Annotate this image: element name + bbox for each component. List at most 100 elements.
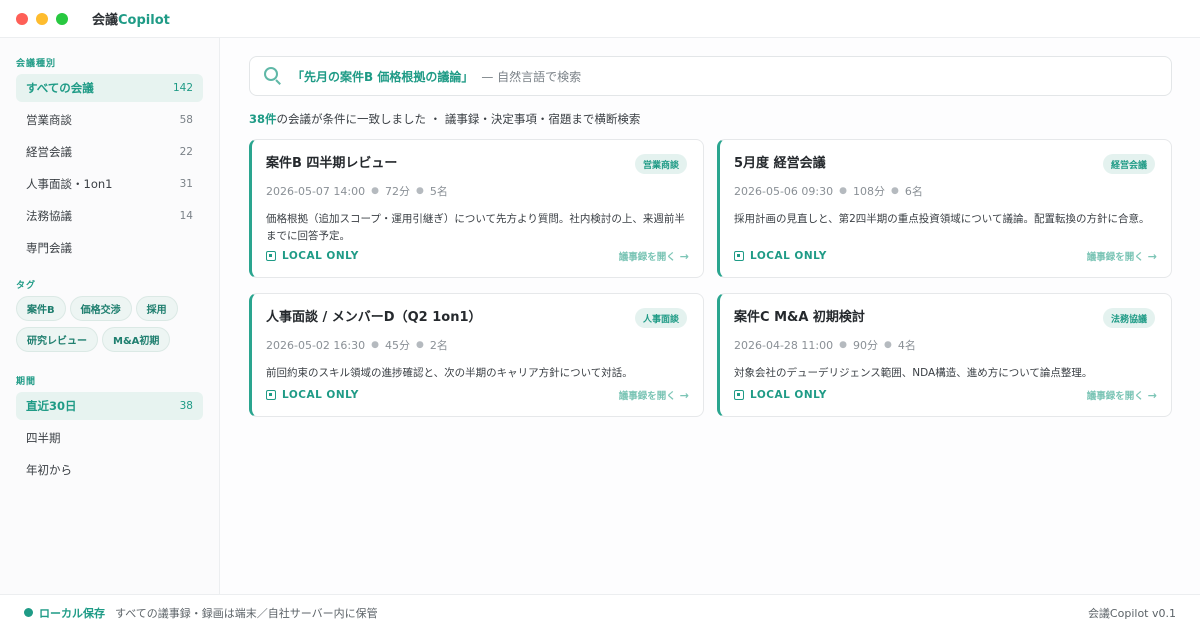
storage-note: すべての議事録・録画は端末／自社サーバー内に保管 — [115, 606, 378, 620]
meeting-datetime: 2026-05-06 09:30 — [734, 184, 834, 198]
section-title-types: 会議種別 — [16, 59, 57, 69]
app-title-accent: Copilot — [118, 13, 170, 28]
sidebar-item-count: 58 — [179, 114, 193, 126]
meeting-type-badge: 法務協議 — [1102, 308, 1155, 328]
sidebar-item-label: 直近30日 — [26, 399, 77, 413]
meeting-card[interactable]: 案件B 四半期レビュー 営業商談 2026-05-07 14:00 ● 72分 … — [249, 139, 704, 278]
tag-chip[interactable]: 価格交渉 — [69, 296, 132, 321]
meeting-datetime: 2026-05-02 16:30 — [266, 338, 366, 352]
title-bar: 会議Copilot — [0, 0, 1200, 38]
tag-list: 案件B 価格交渉 採用 研究レビュー M&A初期 — [16, 296, 203, 352]
sidebar-item-specialist[interactable]: 専門会議 — [16, 234, 203, 262]
meeting-card[interactable]: 人事面談 / メンバーD（Q2 1on1） 人事面談 2026-05-02 16… — [249, 293, 704, 417]
main-content: 「先月の案件B 価格根拠の議論」 — 自然言語で検索 38件の会議が条件に一致し… — [221, 38, 1200, 594]
section-title-tags: タグ — [16, 281, 37, 291]
local-only-icon — [266, 390, 276, 400]
search-icon — [264, 67, 282, 85]
period-list: 直近30日 38 四半期 年初から — [16, 392, 203, 484]
meeting-card[interactable]: 5月度 経営会議 経営会議 2026-05-06 09:30 ● 108分 ● … — [717, 139, 1172, 278]
meeting-title: 案件B 四半期レビュー — [266, 156, 398, 171]
local-only-icon — [734, 390, 744, 400]
meeting-type-badge: 経営会議 — [1102, 154, 1155, 174]
meeting-duration: 108分 — [852, 185, 885, 198]
meeting-title: 5月度 経営会議 — [734, 156, 826, 171]
meeting-attendees: 4名 — [897, 339, 916, 352]
status-bar: ローカル保存 すべての議事録・録画は端末／自社サーバー内に保管 会議Copilo… — [0, 594, 1200, 630]
local-only-label: LOCAL ONLY — [266, 389, 359, 401]
meeting-attendees: 5名 — [429, 185, 448, 198]
meeting-attendees: 2名 — [429, 339, 448, 352]
sidebar-item-label: 法務協議 — [26, 209, 72, 223]
meeting-datetime: 2026-05-07 14:00 — [266, 184, 366, 198]
meeting-type-list: すべての会議 142 営業商談 58 経営会議 22 人事面談・1on1 31 … — [16, 74, 203, 262]
meeting-summary: 価格根拠（追加スコープ・運用引継ぎ）について先方より質問。社内検討の上、来週前半… — [266, 213, 685, 242]
meeting-duration: 72分 — [384, 185, 410, 198]
sidebar-item-count: 142 — [172, 82, 193, 94]
meeting-type-badge: 営業商談 — [634, 154, 687, 174]
sidebar-item-label: 専門会議 — [26, 241, 72, 255]
meeting-summary: 前回約束のスキル領域の進捗確認と、次の半期のキャリア方針について対話。 — [266, 367, 633, 379]
status-dot-icon — [24, 608, 33, 617]
tag-chip[interactable]: M&A初期 — [102, 327, 171, 352]
sidebar-item-sales[interactable]: 営業商談 58 — [16, 106, 203, 134]
meeting-datetime: 2026-04-28 11:00 — [734, 338, 834, 352]
sidebar-item-count: 22 — [179, 146, 193, 158]
minimize-window-button[interactable] — [36, 12, 48, 25]
search-hint: — 自然言語で検索 — [481, 69, 582, 84]
results-text: の会議が条件に一致しました ・ 議事録・決定事項・宿題まで横断検索 — [276, 112, 641, 126]
meeting-summary: 採用計画の見直しと、第2四半期の重点投資領域について議論。配置転換の方針に合意。 — [734, 213, 1150, 225]
sidebar-item-label: 経営会議 — [26, 145, 72, 159]
app-version: 会議Copilot v0.1 — [1087, 606, 1176, 620]
open-minutes-link[interactable]: 議事録を開く → — [1087, 388, 1157, 403]
arrow-right-icon: → — [1147, 388, 1157, 402]
local-only-icon — [266, 251, 276, 261]
app-title: 会議Copilot — [92, 9, 170, 28]
arrow-right-icon: → — [679, 388, 689, 402]
open-minutes-link[interactable]: 議事録を開く → — [1087, 249, 1157, 264]
sidebar-item-quarter[interactable]: 四半期 — [16, 424, 203, 452]
meeting-summary: 対象会社のデューデリジェンス範囲、NDA構造、進め方について論点整理。 — [734, 367, 1093, 379]
meeting-meta: 2026-05-07 14:00 ● 72分 ● 5名 — [266, 184, 448, 199]
tag-chip[interactable]: 研究レビュー — [16, 327, 98, 352]
sidebar-item-year-to-date[interactable]: 年初から — [16, 456, 203, 484]
meeting-title: 案件C M&A 初期検討 — [734, 310, 865, 325]
meeting-title: 人事面談 / メンバーD（Q2 1on1） — [266, 310, 482, 325]
search-input[interactable]: 「先月の案件B 価格根拠の議論」 — 自然言語で検索 — [249, 56, 1172, 96]
meeting-meta: 2026-05-06 09:30 ● 108分 ● 6名 — [734, 184, 923, 199]
sidebar: 会議種別 すべての会議 142 営業商談 58 経営会議 22 人事面談・1on… — [0, 38, 220, 594]
sidebar-item-label: 営業商談 — [26, 113, 72, 127]
open-minutes-link[interactable]: 議事録を開く → — [619, 249, 689, 264]
sidebar-item-label: 人事面談・1on1 — [26, 177, 113, 191]
meeting-type-badge: 人事面談 — [634, 308, 687, 328]
maximize-window-button[interactable] — [56, 12, 68, 25]
tag-chip[interactable]: 案件B — [16, 296, 66, 321]
sidebar-item-management[interactable]: 経営会議 22 — [16, 138, 203, 166]
meeting-card[interactable]: 案件C M&A 初期検討 法務協議 2026-04-28 11:00 ● 90分… — [717, 293, 1172, 417]
results-summary: 38件の会議が条件に一致しました ・ 議事録・決定事項・宿題まで横断検索 — [249, 111, 640, 127]
local-only-icon — [734, 251, 744, 261]
sidebar-item-count: 14 — [179, 210, 193, 222]
open-minutes-link[interactable]: 議事録を開く → — [619, 388, 689, 403]
sidebar-item-count: 38 — [179, 400, 193, 412]
close-window-button[interactable] — [16, 12, 28, 25]
meeting-duration: 90分 — [852, 339, 878, 352]
sidebar-item-count: 31 — [179, 178, 193, 190]
arrow-right-icon: → — [679, 249, 689, 263]
local-only-label: LOCAL ONLY — [734, 250, 827, 262]
meeting-meta: 2026-04-28 11:00 ● 90分 ● 4名 — [734, 338, 916, 353]
sidebar-item-last-30-days[interactable]: 直近30日 38 — [16, 392, 203, 420]
sidebar-item-label: すべての会議 — [26, 81, 94, 95]
meeting-duration: 45分 — [384, 339, 410, 352]
sidebar-item-legal[interactable]: 法務協議 14 — [16, 202, 203, 230]
sidebar-item-label: 年初から — [26, 463, 72, 477]
local-only-label: LOCAL ONLY — [266, 250, 359, 262]
sidebar-item-hr[interactable]: 人事面談・1on1 31 — [16, 170, 203, 198]
storage-status: ローカル保存 — [39, 606, 105, 620]
tag-chip[interactable]: 採用 — [135, 296, 178, 321]
arrow-right-icon: → — [1147, 249, 1157, 263]
meeting-attendees: 6名 — [904, 185, 923, 198]
search-query: 「先月の案件B 価格根拠の議論」 — [292, 69, 474, 84]
sidebar-item-label: 四半期 — [26, 431, 61, 445]
sidebar-item-all-meetings[interactable]: すべての会議 142 — [16, 74, 203, 102]
results-count: 38件 — [249, 112, 277, 126]
